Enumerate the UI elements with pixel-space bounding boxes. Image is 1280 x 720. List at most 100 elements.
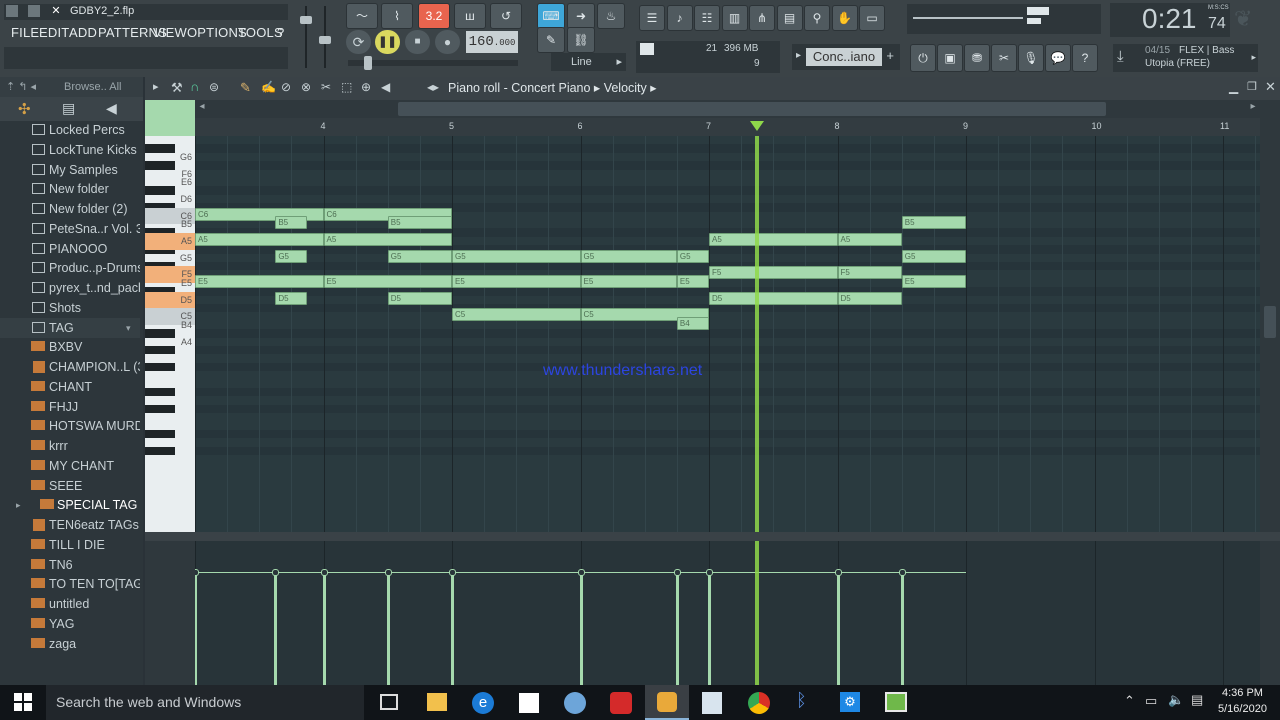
- browser-view-button[interactable]: ▤: [776, 5, 803, 31]
- pattern-song-toggle[interactable]: 3.2: [418, 3, 450, 29]
- browser-item[interactable]: BXBV: [0, 337, 140, 357]
- mic-icon[interactable]: 🎙: [1018, 44, 1044, 72]
- velocity-handle[interactable]: [673, 569, 681, 576]
- browser-item[interactable]: CHANT: [0, 377, 140, 397]
- cut-icon[interactable]: ✂: [991, 44, 1017, 72]
- magnet-icon[interactable]: ⚒: [171, 80, 183, 96]
- slice-icon[interactable]: ✂: [321, 80, 331, 94]
- note-a5[interactable]: A5: [837, 232, 902, 246]
- note-b4[interactable]: B4: [676, 316, 709, 330]
- store-icon[interactable]: [519, 693, 539, 713]
- velocity-handle[interactable]: [706, 569, 713, 576]
- note-g5[interactable]: G5: [580, 249, 677, 263]
- browser-item[interactable]: untitled: [0, 594, 140, 614]
- mute-icon[interactable]: ⊗: [301, 80, 311, 94]
- window-close-icon[interactable]: ✕: [1265, 79, 1276, 95]
- browser-item[interactable]: zaga: [0, 634, 140, 654]
- record-button[interactable]: ●: [435, 30, 460, 54]
- delete-icon[interactable]: ⊘: [281, 80, 291, 94]
- window-minimize-icon[interactable]: ▁: [1229, 80, 1238, 94]
- velocity-handle[interactable]: [834, 569, 842, 576]
- clock-time[interactable]: 4:36 PM: [1222, 687, 1263, 699]
- velocity-lane[interactable]: [195, 541, 1260, 685]
- piano-roll-menu-arrow[interactable]: ▸: [153, 80, 159, 93]
- browser-item[interactable]: TILL I DIE: [0, 535, 140, 555]
- browser-item[interactable]: SPECIAL TAG ▸: [0, 495, 140, 515]
- velocity-handle[interactable]: [320, 569, 328, 576]
- windows-start-icon[interactable]: [14, 693, 32, 711]
- master-volume-slider[interactable]: [300, 6, 312, 68]
- undo-history-icon[interactable]: ⏻: [910, 44, 936, 72]
- link-icon[interactable]: ⛓: [567, 27, 595, 53]
- select-icon[interactable]: ⬚: [341, 80, 352, 94]
- breadcrumb-instrument[interactable]: Concert Piano: [511, 81, 590, 95]
- velocity-bar[interactable]: [322, 572, 326, 685]
- black-key[interactable]: [145, 161, 175, 170]
- mixer-view-button[interactable]: ▥: [721, 5, 748, 31]
- velocity-bar[interactable]: [195, 572, 197, 685]
- master-pitch-slider[interactable]: [319, 6, 331, 68]
- nav-arrows-icon[interactable]: ◂▸: [427, 80, 439, 94]
- browser-header[interactable]: ⇡ ↰ ◂ Browse.. All: [0, 77, 143, 97]
- vertical-scrollbar-thumb[interactable]: [1264, 306, 1276, 338]
- browser-item[interactable]: Shots: [0, 298, 140, 318]
- wait-input-button[interactable]: ⌇: [381, 3, 413, 29]
- bluetooth-icon[interactable]: ᛒ: [796, 690, 807, 711]
- velocity-bar[interactable]: [274, 572, 278, 685]
- black-key[interactable]: [145, 404, 175, 414]
- note-grid[interactable]: C6 C6 B5 B5 B5 A5 A5 A5 A5 G5 G5 G5 G5 G5 G5 F5 F5 E5 E5 E5…: [195, 136, 1260, 532]
- chat-icon[interactable]: 💬: [1045, 44, 1071, 72]
- pause-button[interactable]: ❚❚: [375, 30, 400, 54]
- note-g5[interactable]: G5: [901, 249, 966, 263]
- menu-add[interactable]: ADD: [69, 25, 97, 40]
- action-center-icon[interactable]: ▤: [1191, 692, 1203, 708]
- black-key[interactable]: [145, 186, 175, 195]
- velocity-bar[interactable]: [579, 572, 583, 685]
- black-key[interactable]: [145, 388, 175, 397]
- black-key[interactable]: [145, 329, 175, 338]
- pencil-icon[interactable]: ✎: [240, 80, 251, 96]
- channel-rack-view-button[interactable]: ☷: [694, 5, 720, 31]
- snap-icon[interactable]: ✣: [18, 100, 31, 118]
- edge-icon[interactable]: e: [472, 692, 494, 714]
- tempo-display[interactable]: 160.000: [466, 31, 518, 53]
- media-app-icon[interactable]: [610, 692, 632, 714]
- paint-icon[interactable]: ✍: [261, 80, 276, 94]
- scrollbar-thumb[interactable]: [398, 102, 1106, 116]
- menu-edit[interactable]: EDIT: [39, 25, 69, 40]
- tray-chevron-icon[interactable]: ⌃: [1124, 693, 1135, 709]
- metronome-curve-button[interactable]: 〜: [346, 3, 378, 29]
- note-e5[interactable]: E5: [676, 274, 709, 288]
- close-icon[interactable]: ✕: [50, 5, 62, 17]
- velocity-bar[interactable]: [451, 572, 454, 685]
- note-a5[interactable]: A5: [195, 232, 324, 246]
- file-icon[interactable]: ▤: [62, 100, 75, 117]
- velocity-bar[interactable]: [836, 572, 840, 685]
- browser-item[interactable]: TAG ▾: [0, 317, 140, 338]
- snap-mode-select[interactable]: Line ▸: [551, 53, 626, 71]
- note-e5[interactable]: E5: [901, 274, 966, 288]
- snap-tool-icon[interactable]: ✎: [537, 27, 565, 53]
- browser-item[interactable]: FHJJ: [0, 397, 140, 417]
- velocity-bar[interactable]: [708, 572, 711, 685]
- note-d5[interactable]: D5: [709, 291, 838, 305]
- velocity-handle[interactable]: [195, 569, 199, 576]
- piano-keyboard[interactable]: G6 F6 E6 D6 C6 B5 A5 G5 F5 E5 D5 C5 B4 A4: [145, 136, 195, 532]
- note-a5[interactable]: A5: [709, 232, 838, 246]
- black-key[interactable]: [145, 446, 175, 456]
- menu-file[interactable]: FILE: [11, 25, 39, 40]
- browser-item[interactable]: SEEE: [0, 476, 140, 496]
- settings-gear-icon[interactable]: ⚙: [840, 692, 860, 712]
- note-g5[interactable]: G5: [452, 249, 581, 263]
- clock-date[interactable]: 5/16/2020: [1218, 703, 1267, 715]
- window-maximize-icon[interactable]: ❐: [1247, 80, 1257, 93]
- velocity-bar[interactable]: [386, 572, 390, 685]
- note-d5[interactable]: D5: [275, 291, 308, 305]
- song-position-slider[interactable]: [348, 56, 518, 70]
- note-c5[interactable]: C5: [452, 308, 581, 322]
- velocity-handle[interactable]: [898, 569, 906, 576]
- horizontal-scrollbar[interactable]: ◂ ▸: [195, 100, 1260, 118]
- fl-studio-taskbar-button[interactable]: [645, 685, 689, 720]
- velocity-handle[interactable]: [449, 569, 456, 576]
- video-view-button[interactable]: ▭: [859, 5, 885, 31]
